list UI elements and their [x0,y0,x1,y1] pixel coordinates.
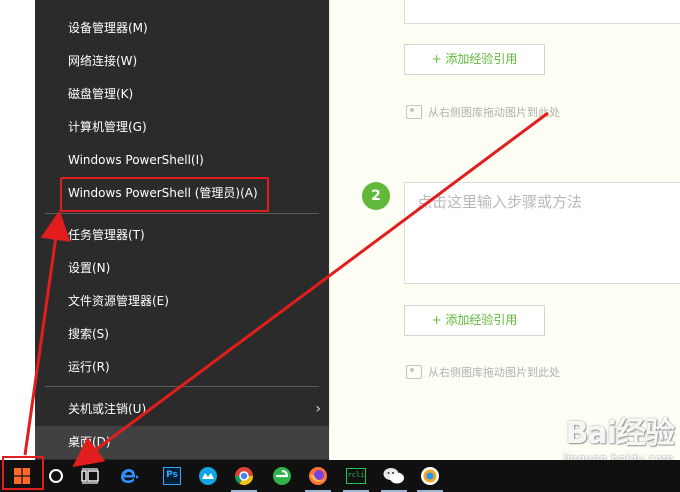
taskbar-firefox[interactable] [302,460,334,492]
menu-item-network-connections[interactable]: 网络连接(W) [35,45,329,78]
chat-app-icon [199,467,217,485]
step-input-previous[interactable] [404,0,680,24]
search-circle-icon [49,469,63,483]
task-view-icon [81,468,99,484]
menu-item-file-explorer[interactable]: 文件资源管理器(E) [35,285,329,318]
firefox-icon [309,467,327,485]
taskbar-search-button[interactable] [40,460,72,492]
photoshop-icon: Ps [163,467,181,485]
wechat-icon [383,468,404,484]
menu-item-settings[interactable]: 设置(N) [35,252,329,285]
menu-item-run[interactable]: 运行(R) [35,351,329,384]
winx-context-menu: 设备管理器(M) 网络连接(W) 磁盘管理(K) 计算机管理(G) Window… [35,0,329,460]
windows-logo-icon [14,468,30,484]
taskbar-wechat[interactable] [378,460,410,492]
step-number-badge: 2 [362,182,390,210]
taskbar-edge[interactable] [114,460,146,492]
menu-item-search[interactable]: 搜索(S) [35,318,329,351]
image-icon [406,105,422,119]
start-button[interactable] [0,460,44,492]
taskbar-chat-app[interactable] [192,460,224,492]
step-input-placeholder: 点击这里输入步骤或方法 [417,193,583,211]
menu-item-powershell-admin[interactable]: Windows PowerShell (管理员)(A) [35,177,329,210]
chrome-icon [235,467,253,486]
menu-item-computer-management[interactable]: 计算机管理(G) [35,111,329,144]
step-input-2[interactable]: 点击这里输入步骤或方法 [404,182,680,284]
menu-item-shutdown-signout[interactable]: 关机或注销(U) › [35,393,329,426]
menu-separator [45,386,319,387]
image-drop-hint-2: 从右侧图库拖动图片到此处 [406,364,560,380]
editor-left-strip [0,0,36,460]
image-icon [406,365,422,379]
image-drop-hint: 从右侧图库拖动图片到此处 [406,104,560,120]
add-experience-reference-button-2[interactable]: + 添加经验引用 [404,305,545,336]
taskbar-360-browser[interactable] [266,460,298,492]
taskbar: Ps rcli [0,460,680,492]
taskbar-browser[interactable] [414,460,446,492]
image-drop-hint-label: 从右侧图库拖动图片到此处 [428,106,560,119]
menu-item-shutdown-label: 关机或注销(U) [68,402,147,416]
menu-item-device-manager[interactable]: 设备管理器(M) [35,12,329,45]
menu-item-task-manager[interactable]: 任务管理器(T) [35,219,329,252]
menu-item-disk-management[interactable]: 磁盘管理(K) [35,78,329,111]
task-view-button[interactable] [74,460,106,492]
360-browser-icon [273,467,291,485]
taskbar-terminal-app[interactable]: rcli [340,460,372,492]
add-experience-reference-button[interactable]: + 添加经验引用 [404,44,545,75]
terminal-app-icon-text: rcli [347,471,365,479]
menu-separator [45,213,319,214]
edge-icon [121,469,139,483]
terminal-app-icon: rcli [346,468,366,484]
photoshop-icon-text: Ps [166,470,178,480]
browser-icon [421,467,439,485]
taskbar-photoshop[interactable]: Ps [156,460,188,492]
chevron-right-icon: › [315,401,321,417]
image-drop-hint-label: 从右侧图库拖动图片到此处 [428,366,560,379]
menu-item-powershell[interactable]: Windows PowerShell(I) [35,144,329,177]
menu-item-desktop[interactable]: 桌面(D) [35,426,329,459]
taskbar-chrome[interactable] [228,460,260,492]
